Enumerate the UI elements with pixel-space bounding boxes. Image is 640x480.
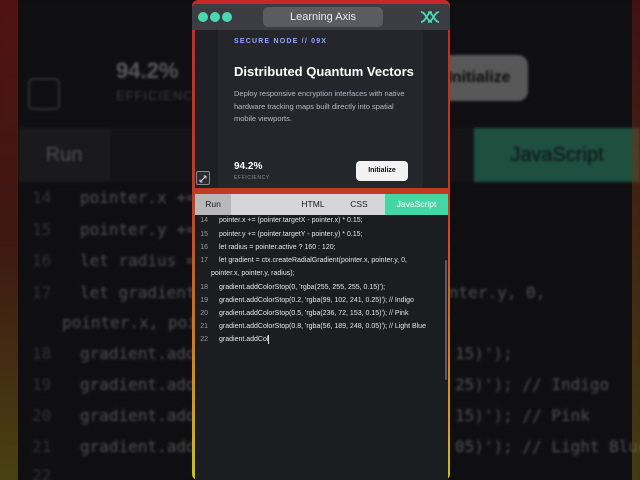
code-line: 16 let radius = pointer.active ? 160 : 12… [195,242,448,254]
code-line: 20 gradient.addColorStop(0.5, 'rgba(236, … [195,308,448,320]
line-text: gradient.addColorStop(0, 'rgba(255, 255,… [219,284,386,291]
code-editor[interactable]: 14 pointer.x += (pointer.targetX - pointe… [195,215,448,480]
window-dot-icon[interactable] [210,12,220,22]
line-number: 20 [200,310,208,317]
line-number: 21 [200,323,208,330]
expand-arrows-icon [199,175,207,183]
initialize-button[interactable]: Initialize [356,161,408,181]
code-line: 14 pointer.x += (pointer.targetX - pointe… [195,215,448,227]
app-title: Learning Axis [263,7,383,27]
line-number: 15 [200,231,208,238]
line-text-value: gradient.addCol [219,336,269,343]
line-text: pointer.x, pointer.y, radius); [211,270,295,277]
code-line: 15 pointer.y += (pointer.targetY - pointe… [195,229,448,241]
code-line: 19 gradient.addColorStop(0.2, 'rgba(99, 1… [195,295,448,307]
tab-css[interactable]: CSS [337,194,381,215]
code-line: pointer.x, pointer.y, radius); [195,268,448,280]
tab-javascript[interactable]: JavaScript [385,194,448,215]
editor-tab-bar: Run HTML CSS JavaScript [195,194,448,215]
line-text: pointer.y += (pointer.targetY - pointer.… [219,231,363,238]
line-text: gradient.addColorStop(0.5, 'rgba(236, 72… [219,310,409,317]
code-line: 21 gradient.addColorStop(0.8, 'rgba(56, 1… [195,321,448,333]
line-number: 19 [200,297,208,304]
line-number: 14 [200,217,208,224]
card-eyebrow: SECURE NODE // 09X [234,38,328,45]
line-text: pointer.x += (pointer.targetX - pointer.… [219,217,363,224]
expand-icon[interactable] [196,171,210,185]
line-number: 22 [200,336,208,343]
preview-card: SECURE NODE // 09X Distributed Quantum V… [218,30,423,188]
preview-pane: SECURE NODE // 09X Distributed Quantum V… [195,30,448,188]
tab-html[interactable]: HTML [291,194,335,215]
editor-scrollbar[interactable] [445,260,447,380]
line-text: gradient.addColorStop(0.8, 'rgba(56, 189… [219,323,426,330]
text-cursor [268,334,270,344]
efficiency-value: 94.2% [234,161,263,172]
window-dot-icon[interactable] [198,12,208,22]
run-button[interactable]: Run [195,194,231,215]
code-line: 22 gradient.addCol [195,334,448,346]
efficiency-label: EFFICIENCY [234,175,270,181]
code-line: 17 let gradient = ctx.createRadialGradien… [195,255,448,267]
code-line: 18 gradient.addColorStop(0, 'rgba(255, 25… [195,282,448,294]
card-headline: Distributed Quantum Vectors [234,64,414,79]
line-number: 17 [200,257,208,264]
app-title-bar: Learning Axis [192,4,450,30]
line-text: gradient.addColorStop(0.2, 'rgba(99, 102… [219,297,414,304]
card-description: Deploy responsive encryption interfaces … [234,89,405,123]
line-text: gradient.addCol [219,334,270,346]
line-number: 16 [200,244,208,251]
line-text: let radius = pointer.active ? 160 : 120; [219,244,336,251]
window-dot-icon[interactable] [222,12,232,22]
line-text: let gradient = ctx.createRadialGradient(… [219,257,408,264]
axis-logo-icon [420,11,440,23]
line-number: 18 [200,284,208,291]
